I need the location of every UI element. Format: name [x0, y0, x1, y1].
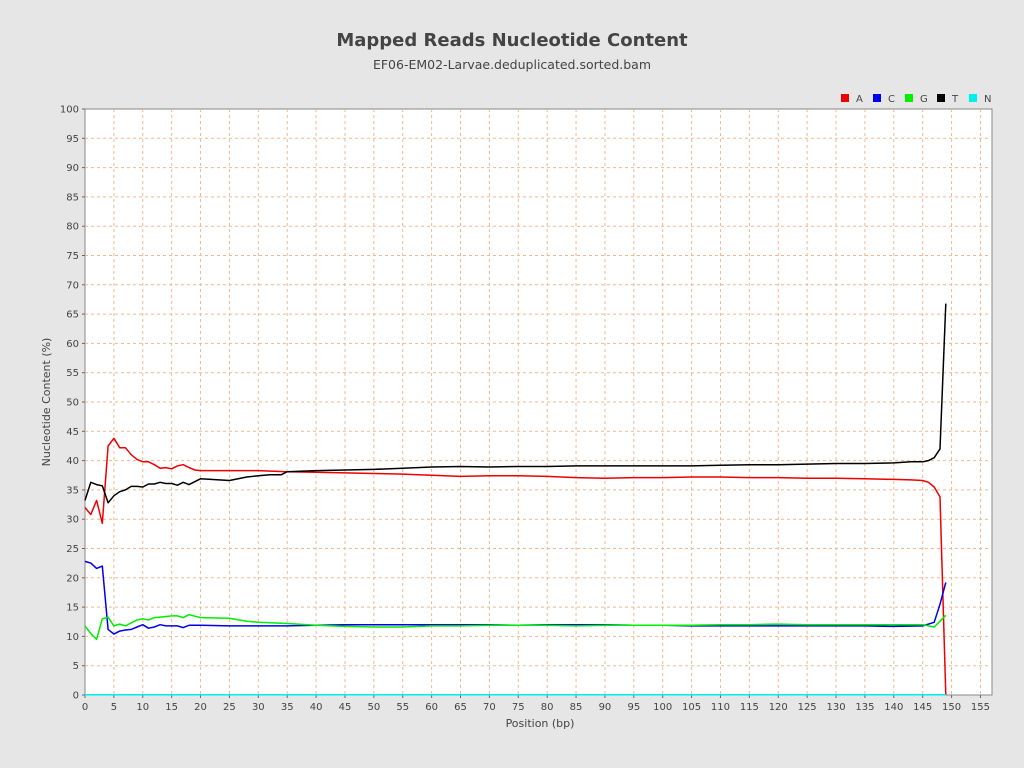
legend-label-C: C — [888, 94, 895, 105]
x-tick-label: 60 — [425, 702, 438, 713]
y-tick-label: 55 — [66, 368, 79, 379]
legend-label-N: N — [984, 94, 991, 105]
y-tick-label: 40 — [66, 456, 79, 467]
y-tick-label: 5 — [73, 661, 79, 672]
x-tick-label: 145 — [913, 702, 932, 713]
x-tick-label: 150 — [942, 702, 961, 713]
y-tick-label: 10 — [66, 632, 79, 643]
x-tick-label: 45 — [339, 702, 352, 713]
x-tick-label: 70 — [483, 702, 496, 713]
legend-swatch-G — [905, 94, 913, 102]
legend-label-A: A — [856, 94, 863, 105]
x-tick-label: 10 — [136, 702, 149, 713]
x-tick-label: 110 — [711, 702, 730, 713]
x-tick-label: 80 — [541, 702, 554, 713]
y-tick-label: 95 — [66, 134, 79, 145]
x-tick-label: 100 — [653, 702, 672, 713]
y-tick-label: 20 — [66, 573, 79, 584]
x-tick-label: 15 — [165, 702, 178, 713]
x-tick-label: 85 — [570, 702, 583, 713]
x-tick-label: 90 — [599, 702, 612, 713]
x-tick-label: 105 — [682, 702, 701, 713]
legend-swatch-C — [873, 94, 881, 102]
y-axis-label: Nucleotide Content (%) — [40, 338, 53, 467]
x-tick-label: 55 — [396, 702, 409, 713]
x-tick-label: 135 — [855, 702, 874, 713]
y-tick-label: 60 — [66, 339, 79, 350]
legend-label-T: T — [951, 94, 959, 105]
x-tick-label: 20 — [194, 702, 207, 713]
x-tick-label: 75 — [512, 702, 525, 713]
y-tick-label: 35 — [66, 485, 79, 496]
y-tick-label: 90 — [66, 163, 79, 174]
nucleotide-content-chart: 0510152025303540455055606570758085909510… — [40, 94, 993, 730]
legend-swatch-T — [937, 94, 945, 102]
x-tick-label: 140 — [884, 702, 903, 713]
y-tick-label: 45 — [66, 427, 79, 438]
x-tick-label: 125 — [798, 702, 817, 713]
y-tick-label: 0 — [73, 691, 79, 702]
x-tick-label: 35 — [281, 702, 294, 713]
x-axis-label: Position (bp) — [506, 717, 575, 730]
y-tick-label: 65 — [66, 310, 79, 321]
legend-swatch-N — [969, 94, 977, 102]
legend-swatch-A — [841, 94, 849, 102]
x-tick-label: 115 — [740, 702, 759, 713]
x-tick-label: 120 — [769, 702, 788, 713]
y-tick-label: 25 — [66, 544, 79, 555]
x-tick-label: 5 — [111, 702, 117, 713]
x-tick-label: 95 — [627, 702, 640, 713]
x-tick-label: 65 — [454, 702, 467, 713]
x-tick-label: 30 — [252, 702, 265, 713]
legend-label-G: G — [920, 94, 928, 105]
y-tick-label: 15 — [66, 603, 79, 614]
x-tick-label: 25 — [223, 702, 236, 713]
y-tick-label: 100 — [60, 105, 79, 116]
y-tick-label: 50 — [66, 398, 79, 409]
x-tick-label: 50 — [367, 702, 380, 713]
y-tick-label: 85 — [66, 192, 79, 203]
x-tick-label: 155 — [971, 702, 990, 713]
x-tick-label: 130 — [826, 702, 845, 713]
x-tick-label: 40 — [310, 702, 323, 713]
y-tick-label: 70 — [66, 280, 79, 291]
y-tick-label: 80 — [66, 222, 79, 233]
legend: ACGTN — [841, 94, 991, 105]
y-tick-label: 30 — [66, 515, 79, 526]
x-tick-label: 0 — [82, 702, 88, 713]
y-tick-label: 75 — [66, 251, 79, 262]
